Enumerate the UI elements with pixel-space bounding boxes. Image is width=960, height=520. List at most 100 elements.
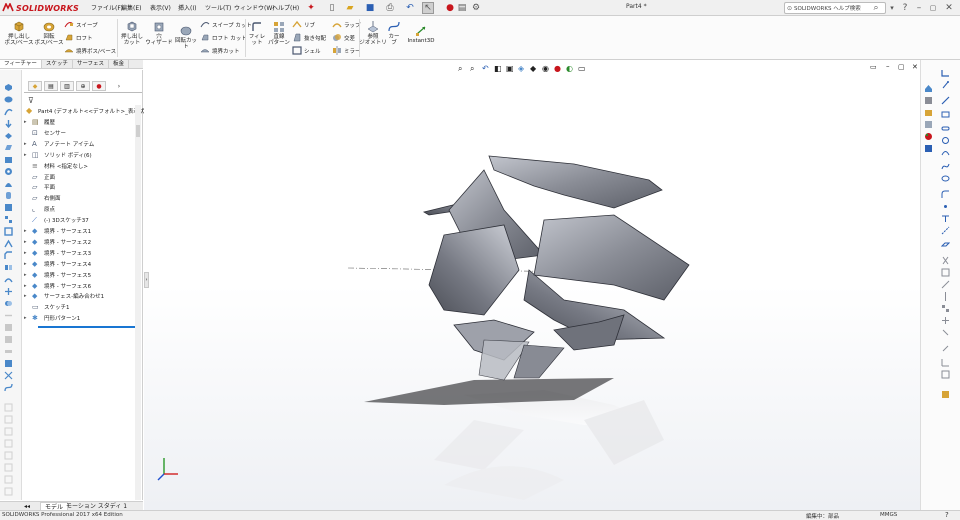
select-cursor-icon[interactable]: ↖	[422, 2, 434, 14]
mirror-button[interactable]: ミラー	[332, 46, 361, 55]
slot-icon[interactable]	[941, 124, 950, 133]
sweep-small-icon[interactable]	[4, 107, 13, 116]
tree-item[interactable]: ▸ ◆ 境界 - サーフェス1	[24, 226, 91, 236]
edit-appearance-icon[interactable]: ●	[554, 64, 563, 73]
disabled-tool-8-icon[interactable]	[4, 487, 13, 496]
viewport-maximize-icon[interactable]: ▢	[898, 63, 905, 71]
tree-item[interactable]: ▸ A アノテート アイテム	[24, 139, 94, 149]
fillet-sketch-icon[interactable]	[941, 190, 950, 199]
save-icon[interactable]: ■	[364, 2, 376, 14]
expand-arrow-icon[interactable]: ▸	[24, 293, 32, 299]
solidworks-logo[interactable]: SOLIDWORKS	[2, 2, 79, 14]
sweep-button[interactable]: スイープ	[64, 20, 98, 29]
text-icon[interactable]	[941, 214, 950, 223]
curves-button[interactable]: カーブ	[386, 20, 402, 46]
cylinder-small-icon[interactable]	[4, 191, 13, 200]
zoom-to-fit-icon[interactable]: ⌕	[458, 64, 467, 73]
expand-arrow-icon[interactable]: ▸	[24, 141, 32, 147]
disabled-tool-3-icon[interactable]	[4, 427, 13, 436]
disabled-tool-1-icon[interactable]	[4, 403, 13, 412]
extrude-cut-small-icon[interactable]	[4, 119, 13, 128]
rib-small-icon[interactable]	[4, 239, 13, 248]
custom-properties-icon[interactable]	[924, 144, 933, 153]
print-icon[interactable]: ⎙	[384, 2, 396, 14]
disabled-tool-5-icon[interactable]	[4, 451, 13, 460]
rectangle-icon[interactable]	[941, 110, 950, 119]
move-entities-icon[interactable]	[941, 316, 950, 325]
fillet-button[interactable]: フィレット	[247, 20, 267, 46]
tree-item[interactable]: ▱ 右側面	[24, 193, 61, 203]
help-status-icon[interactable]: ?	[945, 511, 949, 519]
tree-item[interactable]: ⌞ 原点	[24, 204, 55, 214]
extrude-boss-button[interactable]: 押し出し ボス/ベース	[4, 20, 34, 46]
viewport-close-icon[interactable]: ✕	[912, 63, 918, 71]
graphics-area[interactable]	[144, 60, 920, 510]
loft-button[interactable]: ロフト	[64, 33, 93, 42]
viewport-minimize-icon[interactable]: –	[886, 62, 890, 70]
chamfer-small-icon[interactable]	[4, 251, 13, 260]
smart-dimension-icon[interactable]	[941, 80, 950, 89]
revolve-boss-small-icon[interactable]	[4, 95, 13, 104]
sketch-icon[interactable]	[941, 68, 950, 77]
expand-arrow-icon[interactable]: ▸	[24, 119, 32, 125]
menu-edit[interactable]: 編集(E)	[121, 3, 141, 12]
repair-sketch-icon[interactable]	[941, 344, 950, 353]
tree-item[interactable]: ▸ ◆ 境界 - サーフェス2	[24, 237, 91, 247]
tree-item[interactable]: ▸ ◆ 境界 - サーフェス4	[24, 259, 91, 269]
section-view-icon[interactable]: ◧	[494, 64, 503, 73]
plane-icon[interactable]	[941, 240, 950, 249]
trim-icon[interactable]	[941, 256, 950, 265]
tab-sheet-metal[interactable]: 板金	[109, 60, 130, 68]
new-document-icon[interactable]: ▯	[326, 2, 338, 14]
extrude-boss-small-icon[interactable]	[4, 83, 13, 92]
rebuild-icon[interactable]: ●	[444, 2, 456, 14]
help-icon[interactable]: ?	[899, 2, 911, 14]
close-icon[interactable]: ✕	[943, 2, 955, 14]
tree-root-part[interactable]: ◆ Part4 (デフォルト<<デフォルト>_表示状態	[26, 106, 150, 116]
tree-item[interactable]: ⟋ (-) 3Dスケッチ37	[24, 215, 89, 225]
view-palette-icon[interactable]	[924, 120, 933, 129]
wrap-small-icon[interactable]	[4, 275, 13, 284]
design-library-icon[interactable]	[924, 96, 933, 105]
boundary-boss-button[interactable]: 境界ボス/ベース	[64, 46, 116, 55]
hide-show-items-icon[interactable]: ◉	[542, 64, 551, 73]
menu-view[interactable]: 表示(V)	[150, 3, 171, 12]
boundary-cut-button[interactable]: 境界カット	[200, 46, 240, 55]
loft-small-icon[interactable]	[4, 131, 13, 140]
hole-wizard-button[interactable]: 穴 ウィザード	[145, 20, 173, 46]
view-orientation-icon[interactable]: ◈	[518, 64, 527, 73]
display-style-icon[interactable]: ◆	[530, 64, 539, 73]
curve-small-icon[interactable]	[4, 383, 13, 392]
panel-collapse-handle[interactable]: ›	[144, 272, 149, 288]
quick-snaps-icon[interactable]	[941, 358, 950, 367]
rib-button[interactable]: リブ	[292, 20, 315, 29]
zoom-to-area-icon[interactable]: ⌕	[470, 64, 479, 73]
tree-item[interactable]: ▸ ◆ 境界 - サーフェス3	[24, 248, 91, 258]
apply-scene-icon[interactable]: ◐	[566, 64, 575, 73]
linear-pattern-button[interactable]: 直線 パターン	[268, 20, 290, 46]
rollback-bar[interactable]	[38, 326, 135, 328]
delete-face-small-icon[interactable]	[4, 323, 13, 332]
hole-small-icon[interactable]	[4, 167, 13, 176]
file-properties-icon[interactable]: ▤	[456, 2, 468, 14]
disabled-tool-2-icon[interactable]	[4, 415, 13, 424]
disabled-tool-4-icon[interactable]	[4, 439, 13, 448]
property-manager-tab-icon[interactable]: ▤	[44, 81, 58, 91]
mirror-small-icon[interactable]	[4, 263, 13, 272]
dimxpert-tab-icon[interactable]: ⊕	[76, 81, 90, 91]
disabled-tool-6-icon[interactable]	[4, 463, 13, 472]
tabs-next-icon[interactable]: ›	[112, 81, 126, 91]
menu-help[interactable]: ヘルプ(H)	[272, 3, 299, 12]
undo-icon[interactable]: ↶	[404, 2, 416, 14]
shell-button[interactable]: シェル	[292, 46, 321, 55]
knit-small-icon[interactable]	[4, 359, 13, 368]
revolve-boss-button[interactable]: 回転 ボス/ベース	[34, 20, 64, 46]
intersect-button[interactable]: 交差	[332, 33, 355, 42]
shell-small-icon[interactable]	[4, 227, 13, 236]
expand-arrow-icon[interactable]: ▸	[24, 261, 32, 267]
combine-small-icon[interactable]	[4, 335, 13, 344]
menu-file[interactable]: ファイル(F)	[91, 3, 123, 12]
tree-scrollbar-thumb[interactable]	[136, 125, 140, 137]
search-icon[interactable]: ⌕	[870, 2, 882, 14]
tree-item[interactable]: ▱ 平面	[24, 182, 55, 192]
